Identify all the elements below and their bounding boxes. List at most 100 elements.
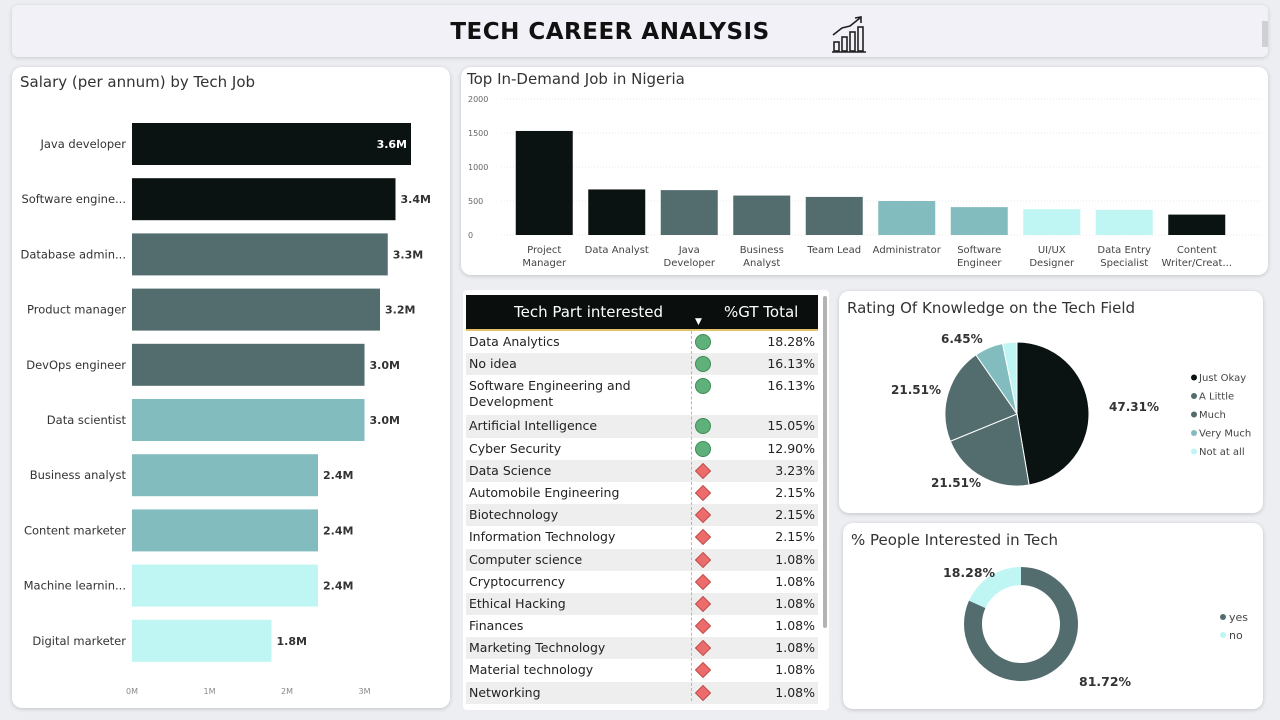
- salary-bar[interactable]: [132, 343, 365, 386]
- rating-legend-marker: [1191, 393, 1197, 399]
- salary-category-label: Digital marketer: [32, 634, 126, 648]
- demand-category-label: Business: [740, 245, 784, 256]
- salary-x-tick: 3M: [359, 687, 371, 696]
- demand-bar[interactable]: [588, 189, 646, 235]
- rating-chart-card: Rating Of Knowledge on the Tech Field 47…: [839, 291, 1263, 513]
- green-circle-icon: [695, 334, 711, 350]
- salary-category-label: Machine learnin...: [24, 579, 126, 593]
- table-row[interactable]: No idea 16.13%: [466, 353, 818, 376]
- demand-y-tick: 0: [468, 231, 473, 240]
- row-tech-part: Networking: [469, 684, 541, 700]
- row-gt-total: 1.08%: [775, 573, 815, 589]
- bar-chart-growth-icon: [832, 16, 866, 53]
- table-row[interactable]: Data Science 3.23%: [466, 459, 818, 482]
- table-row[interactable]: Cryptocurrency 1.08%: [466, 571, 818, 593]
- salary-x-tick: 1M: [204, 687, 216, 696]
- table-row[interactable]: Information Technology 2.15%: [466, 526, 818, 548]
- table-scrollbar[interactable]: [823, 296, 827, 628]
- rating-value-label: 21.51%: [931, 476, 981, 490]
- demand-category-label: Project: [527, 245, 561, 256]
- red-diamond-icon: [695, 507, 711, 524]
- red-diamond-icon: [695, 662, 711, 679]
- demand-bar[interactable]: [950, 207, 1008, 235]
- demand-y-tick: 1000: [468, 163, 488, 172]
- row-gt-total: 16.13%: [767, 378, 815, 394]
- demand-bar-chart: 2000 1500 1000 500 0 Project Manager Data Analy…: [468, 95, 1261, 269]
- demand-y-tick: 500: [468, 197, 483, 206]
- salary-bar[interactable]: [132, 123, 411, 165]
- demand-bar[interactable]: [805, 196, 863, 235]
- salary-value-label: 3.4M: [401, 193, 431, 206]
- interest-legend-marker: [1220, 632, 1226, 638]
- salary-value-label: 3.0M: [370, 414, 400, 427]
- table-row[interactable]: Material technology 1.08%: [466, 659, 818, 681]
- table-row[interactable]: Networking 1.08%: [466, 681, 818, 704]
- table-row[interactable]: Marketing Technology 1.08%: [466, 637, 818, 660]
- demand-category-label: Writer/Creat...: [1162, 258, 1233, 269]
- row-gt-total: 2.15%: [775, 529, 815, 545]
- table-row[interactable]: Biotechnology 2.15%: [466, 504, 818, 527]
- salary-value-label: 3.0M: [370, 359, 400, 372]
- salary-bar[interactable]: [132, 564, 318, 607]
- demand-category-label: Data Entry: [1097, 245, 1151, 256]
- demand-category-label: Engineer: [957, 258, 1002, 269]
- salary-bar[interactable]: [132, 454, 318, 497]
- demand-category-label: Team Lead: [806, 245, 861, 256]
- rating-legend-label[interactable]: Not at all: [1199, 447, 1245, 458]
- salary-bar[interactable]: [132, 178, 396, 221]
- demand-bar[interactable]: [515, 130, 573, 235]
- table-header: Tech Part interested ▼ %GT Total: [466, 295, 818, 331]
- salary-category-label: Data scientist: [47, 413, 127, 427]
- demand-bar[interactable]: [1168, 214, 1226, 235]
- row-gt-total: 15.05%: [767, 418, 815, 434]
- rating-legend-marker: [1191, 374, 1197, 381]
- salary-category-label: Database admin...: [20, 247, 126, 261]
- rating-legend-marker: [1191, 411, 1197, 418]
- red-diamond-icon: [695, 684, 711, 701]
- table-row[interactable]: Cyber Security 12.90%: [466, 438, 818, 460]
- demand-bar[interactable]: [733, 195, 791, 235]
- salary-bar[interactable]: [132, 619, 272, 662]
- sort-down-icon[interactable]: ▼: [695, 317, 702, 327]
- salary-bar[interactable]: [132, 399, 365, 441]
- table-row[interactable]: Automobile Engineering 2.15%: [466, 482, 818, 504]
- interest-value-label: 81.72%: [1079, 674, 1132, 689]
- demand-bar[interactable]: [1023, 209, 1081, 235]
- demand-category-label: Developer: [664, 258, 716, 269]
- table-row[interactable]: Software Engineering and Development 16.1…: [466, 375, 818, 415]
- salary-bar[interactable]: [132, 288, 380, 331]
- green-circle-icon: [695, 418, 711, 435]
- rating-legend-label[interactable]: A Little: [1199, 392, 1234, 403]
- row-gt-total: 3.23%: [775, 462, 815, 478]
- page-tab-handle[interactable]: [1262, 21, 1268, 47]
- rating-legend-marker: [1191, 430, 1197, 436]
- demand-bar[interactable]: [878, 201, 936, 235]
- demand-bar[interactable]: [1095, 209, 1153, 235]
- demand-category-label: Data Analyst: [585, 245, 649, 256]
- column-header-gt-total[interactable]: %GT Total: [724, 303, 798, 321]
- salary-bar[interactable]: [132, 509, 318, 552]
- rating-slice[interactable]: [1016, 341, 1090, 486]
- table-row[interactable]: Computer science 1.08%: [466, 548, 818, 571]
- table-row[interactable]: Finances 1.08%: [466, 615, 818, 637]
- demand-bar[interactable]: [660, 190, 718, 235]
- row-gt-total: 1.08%: [775, 618, 815, 634]
- salary-bar[interactable]: [132, 233, 388, 276]
- demand-category-label: Analyst: [743, 258, 780, 269]
- salary-category-label: Content marketer: [24, 523, 126, 537]
- interest-legend-label[interactable]: no: [1229, 629, 1243, 642]
- table-row[interactable]: Data Analytics 18.28%: [466, 331, 818, 353]
- demand-category-label: Content: [1177, 245, 1217, 256]
- column-header-tech-part[interactable]: Tech Part interested: [514, 303, 663, 321]
- table-row[interactable]: Artificial Intelligence 15.05%: [466, 415, 818, 438]
- red-diamond-icon: [695, 618, 711, 635]
- salary-category-label: Product manager: [27, 303, 126, 317]
- rating-legend-label[interactable]: Just Okay: [1198, 373, 1246, 384]
- table-row[interactable]: Ethical Hacking 1.08%: [466, 592, 818, 616]
- demand-category-label: Manager: [522, 258, 567, 269]
- rating-legend-label[interactable]: Very Much: [1199, 429, 1251, 440]
- interest-legend-label[interactable]: yes: [1229, 611, 1248, 624]
- rating-legend-label[interactable]: Much: [1199, 410, 1226, 421]
- salary-value-label: 2.4M: [323, 524, 353, 537]
- demand-category-label: Specialist: [1100, 258, 1148, 269]
